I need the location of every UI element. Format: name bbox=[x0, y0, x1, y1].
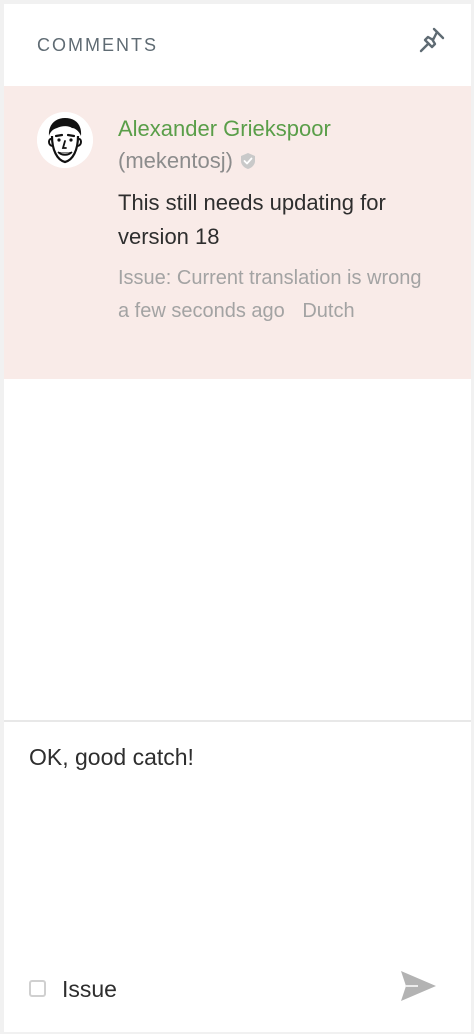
comment-text: This still needs updating for version 18 bbox=[118, 190, 386, 249]
comments-header: COMMENTS bbox=[4, 4, 471, 86]
reply-area: OK, good catch! Issue bbox=[4, 722, 471, 1032]
send-icon bbox=[401, 971, 436, 1001]
author-handle-row: (mekentosj) bbox=[118, 148, 257, 174]
comment-time: a few seconds ago bbox=[118, 300, 285, 322]
comment-author[interactable]: Alexander Griekspoor bbox=[118, 116, 331, 142]
comments-panel: COMMENTS Alexander Griekspoor (mekentosj… bbox=[4, 4, 471, 1032]
reply-input[interactable]: OK, good catch! bbox=[29, 744, 449, 944]
comment-language: Dutch bbox=[302, 300, 355, 322]
send-button[interactable] bbox=[398, 968, 438, 1004]
comments-title: COMMENTS bbox=[37, 35, 158, 55]
comment-card: Alexander Griekspoor (mekentosj) This st… bbox=[4, 86, 471, 379]
comment-meta: a few seconds ago Dutch bbox=[118, 300, 355, 323]
shield-check-icon bbox=[239, 152, 257, 170]
pin-icon[interactable] bbox=[416, 24, 448, 56]
issue-checkbox[interactable] bbox=[29, 980, 46, 997]
avatar bbox=[37, 112, 93, 168]
comment-issue: Issue: Current translation is wrong bbox=[118, 267, 422, 289]
issue-checkbox-label[interactable]: Issue bbox=[62, 976, 117, 1003]
author-handle: (mekentosj) bbox=[118, 148, 233, 173]
